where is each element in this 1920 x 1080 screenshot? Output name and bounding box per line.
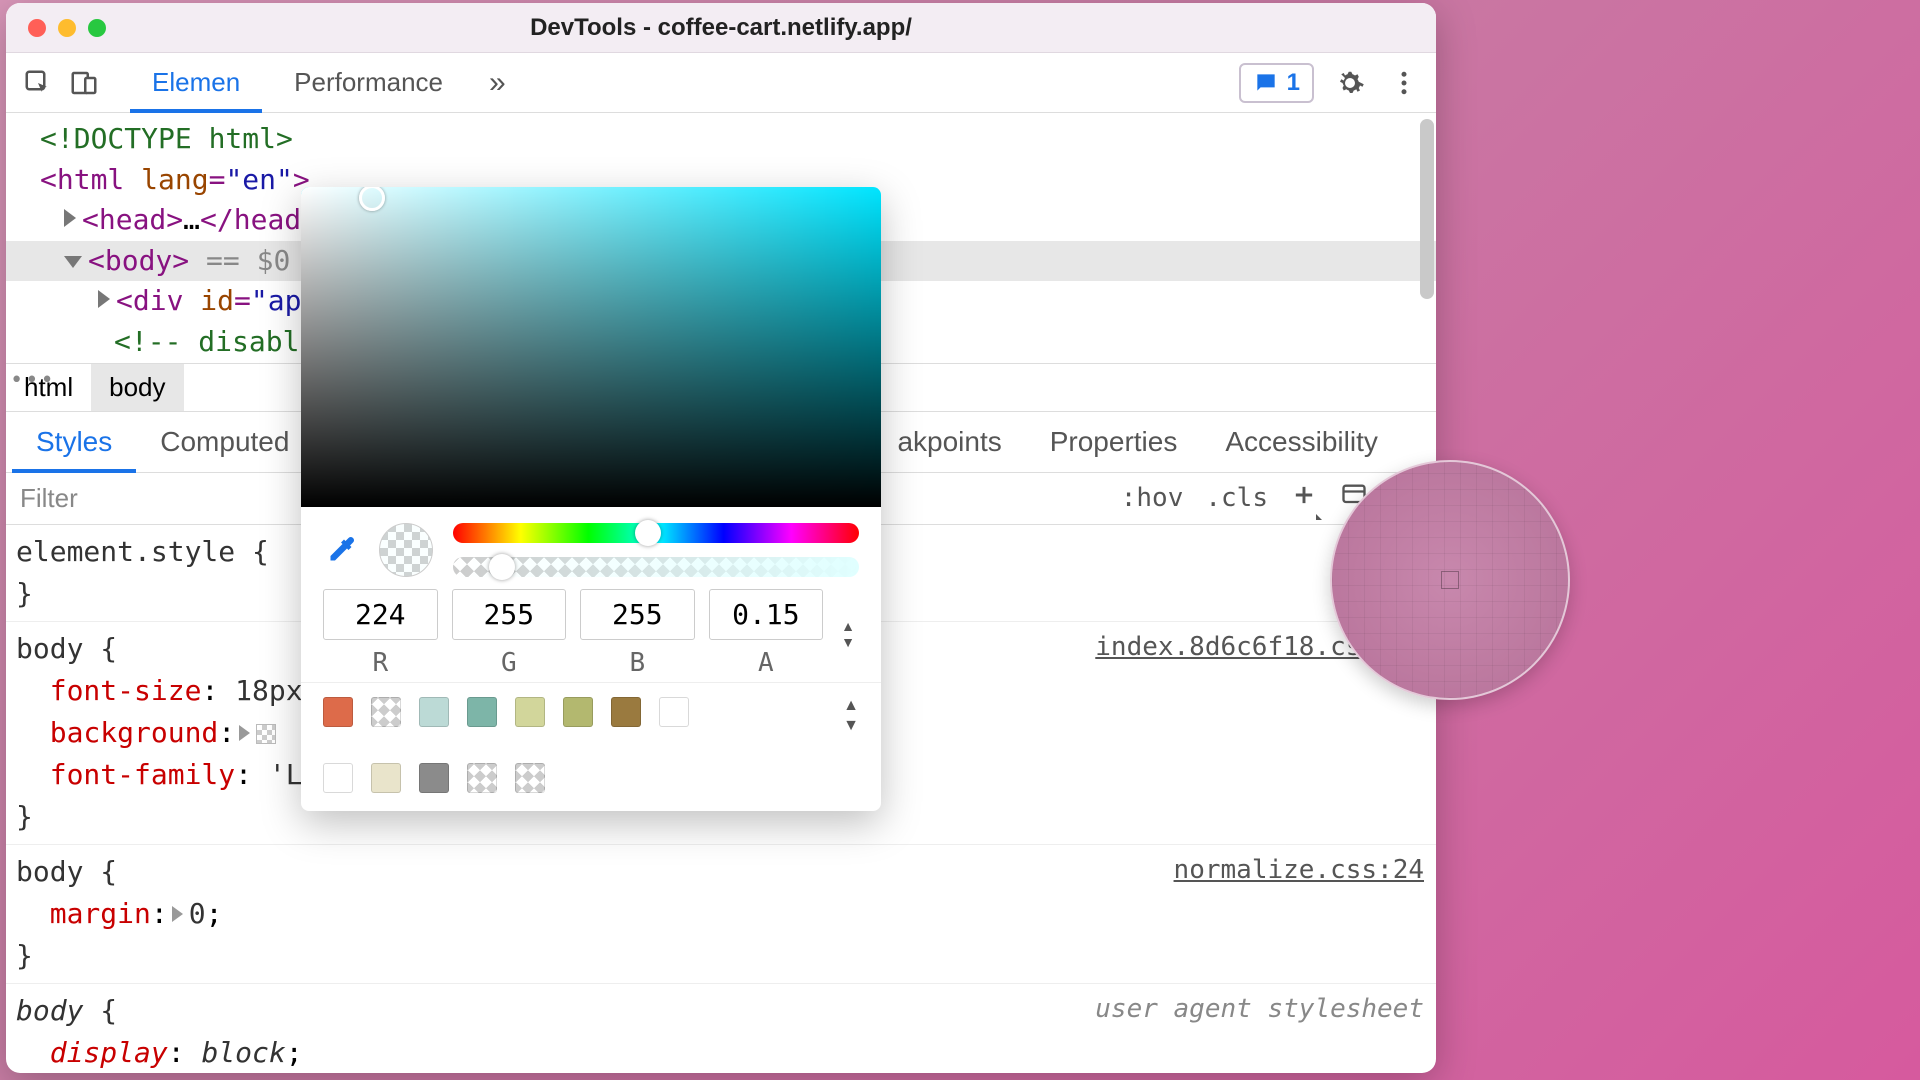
cls-toggle[interactable]: .cls	[1205, 483, 1268, 513]
swatch-set-toggle[interactable]: ▲▼	[843, 697, 859, 735]
spectrum-cursor[interactable]	[359, 187, 385, 211]
tab-breakpoints[interactable]: akpoints	[873, 412, 1025, 472]
main-toolbar: Elemen Performance » 1	[6, 53, 1436, 113]
tab-styles[interactable]: Styles	[12, 412, 136, 472]
close-window-button[interactable]	[28, 19, 46, 37]
g-input[interactable]	[452, 589, 567, 640]
source-link[interactable]: normalize.css:24	[1174, 851, 1424, 890]
device-toolbar-icon[interactable]	[66, 65, 102, 101]
kebab-menu-icon[interactable]	[1386, 65, 1422, 101]
tab-performance[interactable]: Performance	[272, 53, 465, 112]
swatch[interactable]	[371, 697, 401, 727]
titlebar: DevTools - coffee-cart.netlify.app/	[6, 3, 1436, 53]
rule-body-normalize[interactable]: normalize.css:24 body { margin:0; }	[6, 845, 1436, 984]
tab-properties[interactable]: Properties	[1026, 412, 1202, 472]
color-preview	[379, 523, 433, 577]
expand-icon[interactable]	[239, 725, 250, 741]
swatch[interactable]	[323, 697, 353, 727]
color-swatches: ▲▼	[301, 682, 881, 811]
window-controls	[6, 19, 106, 37]
swatch[interactable]	[515, 763, 545, 793]
tab-elements[interactable]: Elemen	[130, 53, 262, 112]
color-picker: R G B A ▲▼ ▲▼	[301, 187, 881, 811]
swatch[interactable]	[419, 697, 449, 727]
dom-scrollbar[interactable]	[1420, 119, 1434, 299]
swatch[interactable]	[515, 697, 545, 727]
alpha-slider[interactable]	[453, 557, 859, 577]
hue-thumb[interactable]	[635, 520, 661, 546]
selected-line-dots-icon[interactable]: •••	[10, 365, 56, 397]
color-mode-toggle[interactable]: ▲▼	[837, 619, 859, 649]
alpha-thumb[interactable]	[489, 554, 515, 580]
swatch[interactable]	[323, 763, 353, 793]
expand-icon[interactable]	[98, 290, 110, 308]
swatch[interactable]	[419, 763, 449, 793]
collapse-icon[interactable]	[64, 256, 82, 268]
hov-toggle[interactable]: :hov	[1121, 483, 1184, 513]
new-style-rule-icon[interactable]	[1290, 481, 1318, 516]
swatch[interactable]	[467, 763, 497, 793]
swatch[interactable]	[563, 697, 593, 727]
devtools-window: DevTools - coffee-cart.netlify.app/ Elem…	[6, 3, 1436, 1073]
hue-slider[interactable]	[453, 523, 859, 543]
swatch[interactable]	[371, 763, 401, 793]
breadcrumb-body[interactable]: body	[91, 364, 183, 411]
window-title: DevTools - coffee-cart.netlify.app/	[530, 14, 912, 42]
minimize-window-button[interactable]	[58, 19, 76, 37]
color-spectrum[interactable]	[301, 187, 881, 507]
eyedropper-icon[interactable]	[323, 532, 359, 568]
color-swatch-icon[interactable]	[256, 724, 276, 744]
swatch[interactable]	[467, 697, 497, 727]
issues-badge[interactable]: 1	[1239, 63, 1314, 103]
panel-tabs: Elemen	[130, 53, 262, 112]
main-area: <!DOCTYPE html> <html lang="en"> <head>……	[6, 113, 1436, 1073]
a-input[interactable]	[709, 589, 824, 640]
toolbar-right: 1	[1239, 63, 1422, 103]
eyedropper-magnifier[interactable]	[1330, 460, 1570, 700]
expand-icon[interactable]	[64, 209, 76, 227]
tab-computed[interactable]: Computed	[136, 412, 313, 472]
r-input[interactable]	[323, 589, 438, 640]
rule-body-ua[interactable]: user agent stylesheet body { display: bl…	[6, 984, 1436, 1073]
swatch[interactable]	[659, 697, 689, 727]
issues-count: 1	[1287, 69, 1300, 97]
swatch[interactable]	[611, 697, 641, 727]
expand-icon[interactable]	[172, 906, 183, 922]
zoom-window-button[interactable]	[88, 19, 106, 37]
b-input[interactable]	[580, 589, 695, 640]
more-tabs-icon[interactable]: »	[475, 66, 520, 100]
ua-label: user agent stylesheet	[1095, 990, 1424, 1029]
settings-icon[interactable]	[1332, 65, 1368, 101]
inspect-element-icon[interactable]	[20, 65, 56, 101]
